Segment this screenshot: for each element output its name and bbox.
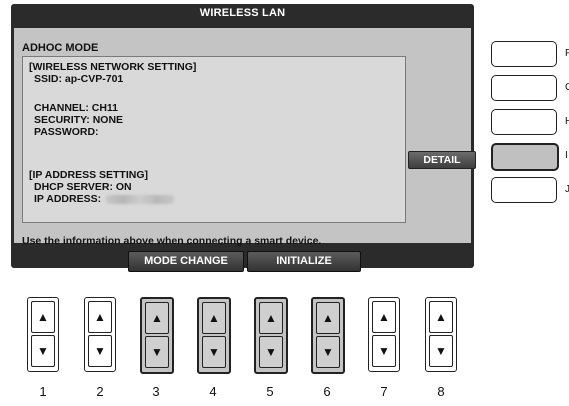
- wireless-setting-heading: [WIRELESS NETWORK SETTING]: [29, 61, 197, 73]
- dhcp-value: DHCP SERVER: ON: [34, 181, 132, 193]
- updown-pair-6: ▲ ▼: [311, 297, 345, 374]
- up-arrow-icon[interactable]: ▲: [145, 302, 169, 334]
- key-number-1: 1: [39, 384, 47, 399]
- channel-value: CHANNEL: CH11: [34, 102, 119, 114]
- settings-info-box: [WIRELESS NETWORK SETTING] SSID: ap-CVP-…: [22, 56, 406, 223]
- security-value: SECURITY: NONE: [34, 114, 124, 126]
- ip-address-label: IP ADDRESS:: [34, 193, 102, 205]
- side-button-j[interactable]: [491, 177, 557, 203]
- side-letter-i: I: [565, 150, 568, 161]
- ip-address-redacted: [106, 194, 175, 204]
- window-title: WIRELESS LAN: [199, 7, 286, 19]
- side-letter-h: H: [565, 116, 569, 127]
- wireless-lan-screen: WIRELESS LAN ADHOC MODE [WIRELESS NETWOR…: [11, 4, 476, 272]
- down-arrow-icon[interactable]: ▼: [145, 336, 169, 368]
- up-arrow-icon[interactable]: ▲: [316, 302, 340, 334]
- main-panel: ADHOC MODE [WIRELESS NETWORK SETTING] SS…: [14, 28, 471, 247]
- side-button-i[interactable]: [491, 143, 559, 171]
- down-arrow-icon[interactable]: ▼: [316, 336, 340, 368]
- updown-pair-3: ▲ ▼: [140, 297, 174, 374]
- updown-pair-7: ▲ ▼: [368, 297, 400, 372]
- side-button-f[interactable]: [491, 41, 557, 67]
- key-number-3: 3: [152, 384, 160, 399]
- down-arrow-icon[interactable]: ▼: [259, 336, 283, 368]
- updown-pair-8: ▲ ▼: [425, 297, 457, 372]
- key-number-7: 7: [380, 384, 388, 399]
- key-number-5: 5: [266, 384, 274, 399]
- password-label: PASSWORD:: [34, 126, 99, 138]
- up-arrow-icon[interactable]: ▲: [259, 302, 283, 334]
- ssid-value: SSID: ap-CVP-701: [34, 73, 124, 85]
- initialize-button[interactable]: INITIALIZE: [247, 251, 361, 272]
- key-number-4: 4: [209, 384, 217, 399]
- ip-setting-heading: [IP ADDRESS SETTING]: [29, 169, 149, 181]
- down-arrow-icon[interactable]: ▼: [429, 335, 453, 367]
- updown-pair-4: ▲ ▼: [197, 297, 231, 374]
- side-button-g[interactable]: [491, 75, 557, 101]
- connection-hint: Use the information above when connectin…: [22, 235, 322, 247]
- up-arrow-icon[interactable]: ▲: [372, 301, 396, 333]
- up-arrow-icon[interactable]: ▲: [31, 301, 55, 333]
- down-arrow-icon[interactable]: ▼: [88, 335, 112, 367]
- key-number-2: 2: [96, 384, 104, 399]
- key-number-6: 6: [323, 384, 331, 399]
- side-letter-j: J: [565, 184, 569, 195]
- down-arrow-icon[interactable]: ▼: [372, 335, 396, 367]
- updown-pair-5: ▲ ▼: [254, 297, 288, 374]
- side-button-h[interactable]: [491, 109, 557, 135]
- mode-label: ADHOC MODE: [22, 42, 99, 54]
- down-arrow-icon[interactable]: ▼: [31, 335, 55, 367]
- updown-pair-2: ▲ ▼: [84, 297, 116, 372]
- mode-change-button[interactable]: MODE CHANGE: [128, 251, 244, 272]
- ip-address-row: IP ADDRESS:: [34, 193, 175, 205]
- updown-pair-1: ▲ ▼: [27, 297, 59, 372]
- detail-button[interactable]: DETAIL: [408, 151, 476, 169]
- up-arrow-icon[interactable]: ▲: [202, 302, 226, 334]
- key-number-8: 8: [437, 384, 445, 399]
- side-letter-g: G: [565, 82, 569, 93]
- up-arrow-icon[interactable]: ▲: [88, 301, 112, 333]
- side-letter-f: F: [565, 48, 569, 59]
- down-arrow-icon[interactable]: ▼: [202, 336, 226, 368]
- up-arrow-icon[interactable]: ▲: [429, 301, 453, 333]
